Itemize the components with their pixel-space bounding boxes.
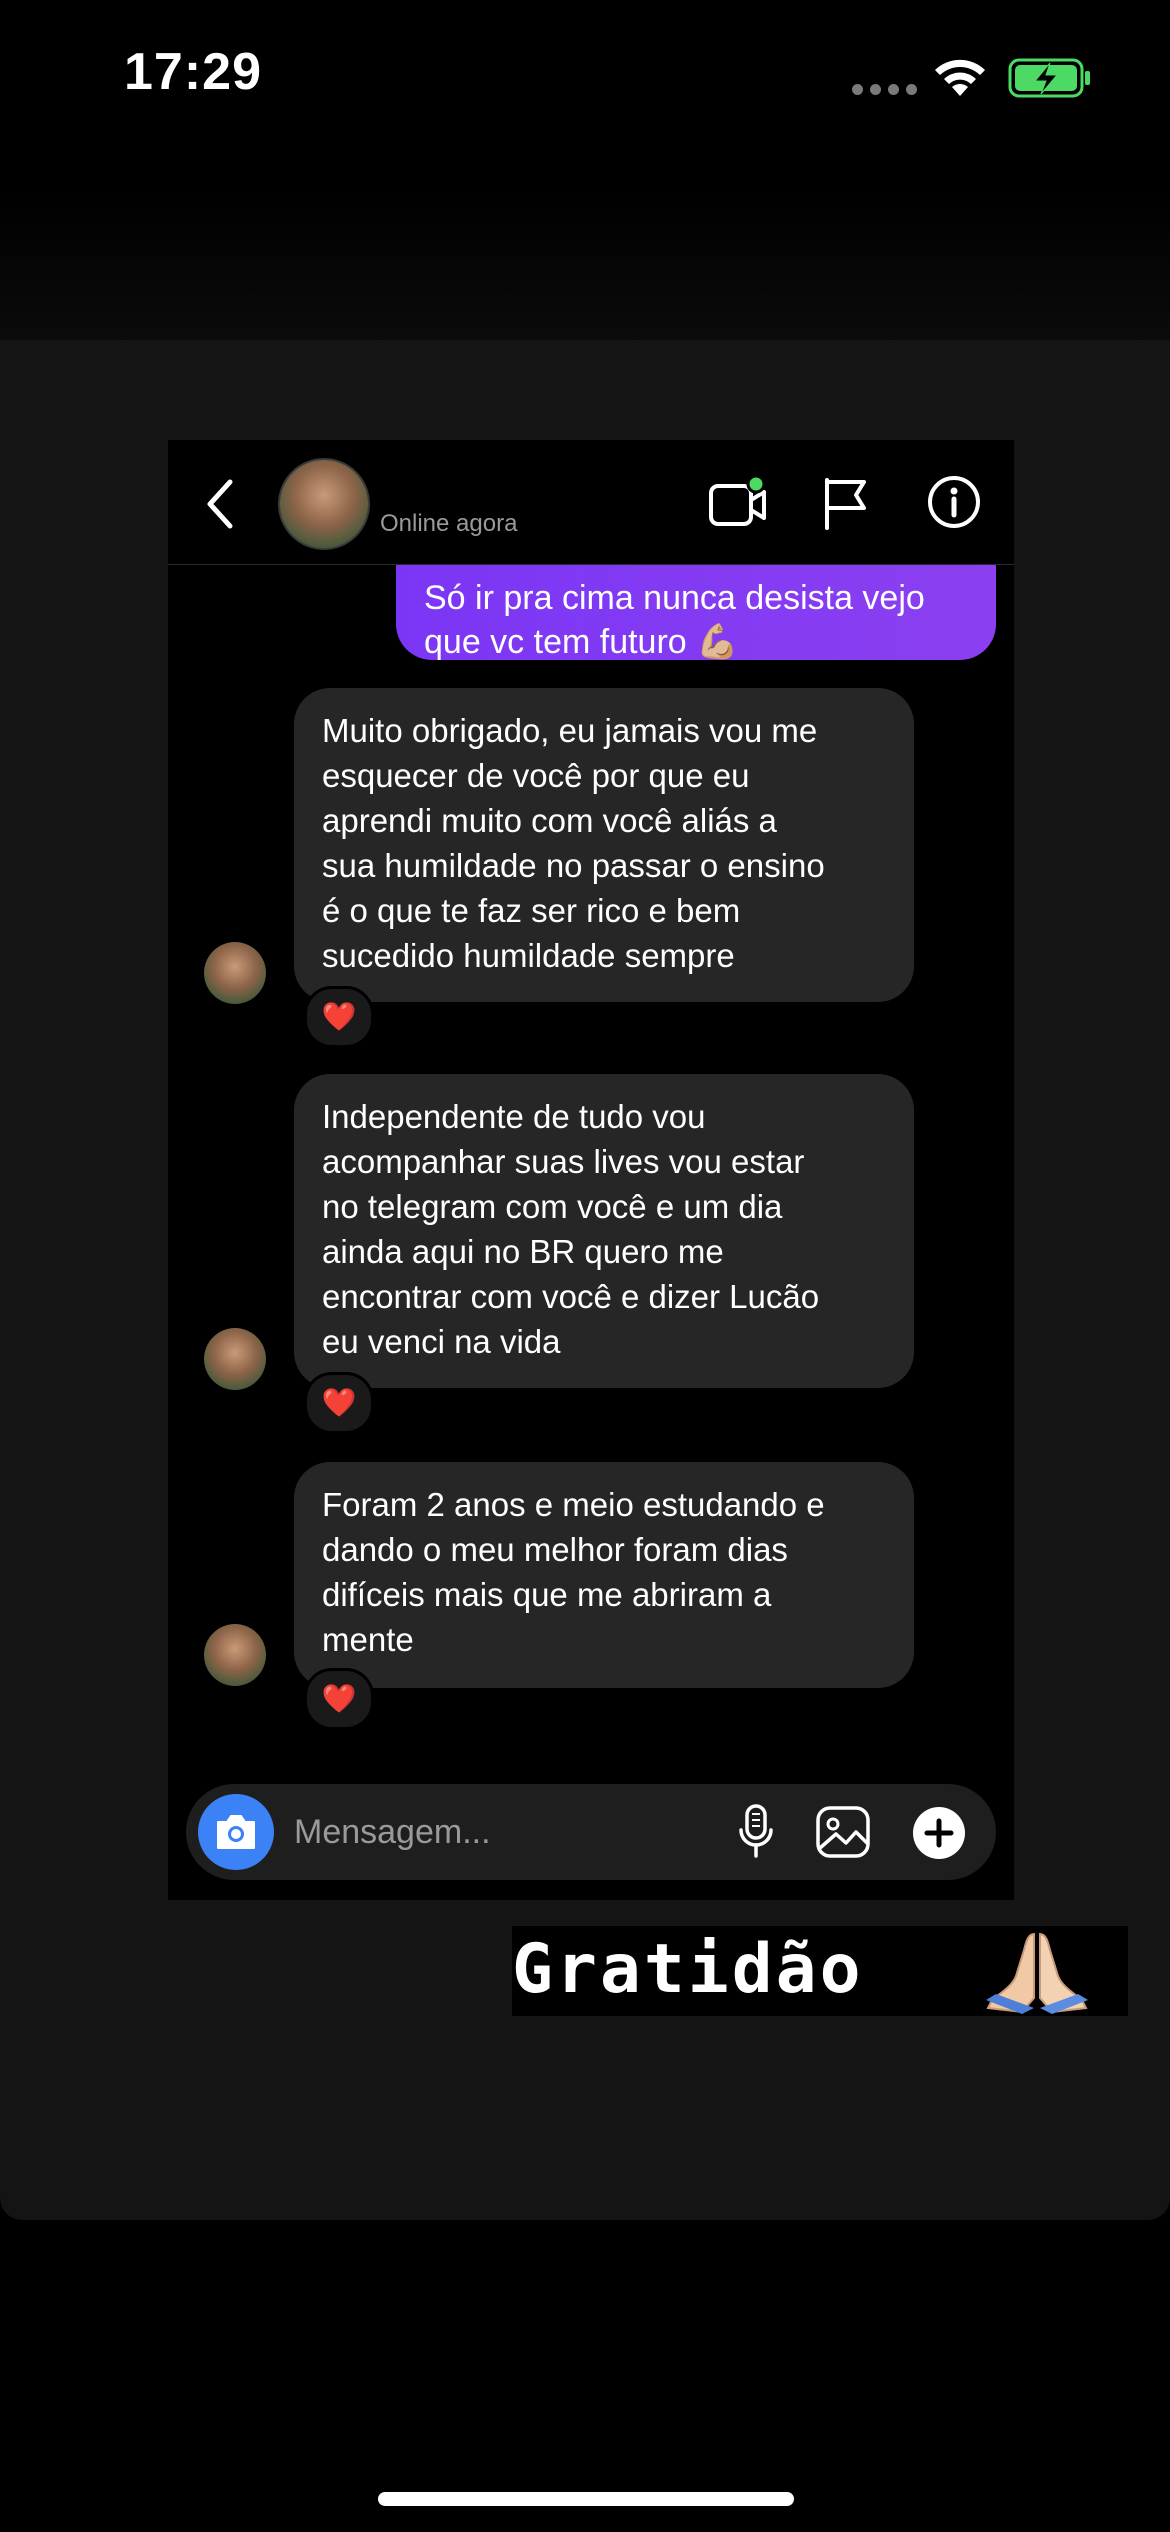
camera-icon	[217, 1815, 255, 1849]
flag-icon[interactable]	[822, 476, 868, 530]
received-message-bubble: Muito obrigado, eu jamais vou me esquece…	[294, 688, 914, 1002]
status-time: 17:29	[124, 43, 262, 101]
wifi-icon	[935, 59, 985, 96]
video-call-icon[interactable]	[708, 474, 768, 530]
message-composer	[186, 1784, 996, 1880]
sender-avatar[interactable]	[204, 942, 266, 1004]
message-input[interactable]	[294, 1810, 694, 1854]
plus-icon[interactable]	[912, 1806, 966, 1860]
sender-avatar[interactable]	[204, 1624, 266, 1686]
heart-reaction[interactable]: ❤️	[304, 1668, 374, 1730]
back-icon[interactable]	[200, 476, 240, 532]
sender-avatar[interactable]	[204, 1328, 266, 1390]
home-indicator[interactable]	[378, 2492, 794, 2506]
heart-reaction[interactable]: ❤️	[304, 1372, 374, 1434]
info-icon[interactable]	[926, 474, 982, 530]
chat-screenshot: Online agora Só ir pra cima nunca desist…	[168, 440, 1014, 1900]
contact-avatar[interactable]	[278, 458, 370, 550]
chat-header: Online agora	[168, 440, 1014, 565]
gratidao-text: Gratidão	[512, 1930, 864, 2009]
microphone-icon[interactable]	[736, 1802, 776, 1862]
sent-message-text: Só ir pra cima nunca desista vejo que vc…	[424, 579, 925, 661]
heart-reaction[interactable]: ❤️	[304, 986, 374, 1048]
received-message-bubble: Independente de tudo vou acompanhar suas…	[294, 1074, 914, 1388]
camera-button[interactable]	[198, 1794, 274, 1870]
signal-dots-icon	[852, 84, 917, 95]
gallery-icon[interactable]	[814, 1804, 872, 1860]
battery-charging-icon	[1008, 58, 1090, 98]
folded-hands-icon	[986, 1932, 1088, 2014]
online-status: Online agora	[380, 510, 518, 537]
received-message-bubble: Foram 2 anos e meio estudando e dando o …	[294, 1462, 914, 1688]
gratidao-sticker: Gratidão	[512, 1926, 1128, 2016]
